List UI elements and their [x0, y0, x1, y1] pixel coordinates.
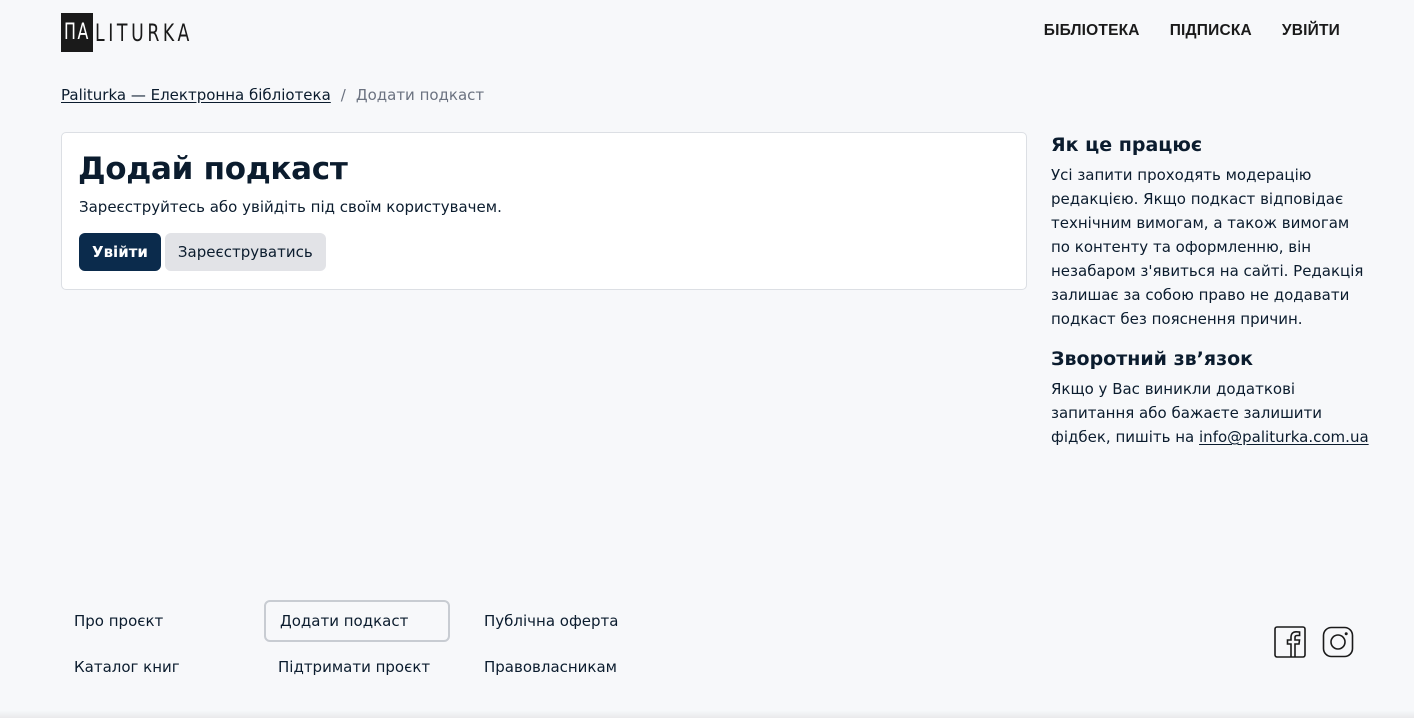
footer-link-add-podcast[interactable]: Додати подкаст	[264, 600, 450, 642]
footer-col-1: Про проєкт Каталог книг	[60, 600, 194, 688]
logo-text: LITURKA	[95, 18, 193, 47]
page: ПА LITURKA БІБЛІОТЕКА ПІДПИСКА УВІЙТИ Pa…	[0, 0, 1414, 718]
feedback-heading: Зворотний зв’язок	[1051, 348, 1254, 370]
nav-login[interactable]: УВІЙТИ	[1282, 22, 1340, 40]
info-sidebar: Як це працює Усі запити проходять модера…	[1051, 133, 1371, 449]
add-podcast-card: Додай подкаст Зареєструйтесь або увійдіт…	[61, 132, 1027, 290]
facebook-icon[interactable]	[1274, 626, 1306, 658]
site-header: ПА LITURKA БІБЛІОТЕКА ПІДПИСКА УВІЙТИ	[61, 13, 1340, 53]
breadcrumb-current: Додати подкаст	[355, 86, 485, 104]
how-it-works-heading: Як це працює	[1051, 134, 1203, 156]
footer-link-offer[interactable]: Публічна оферта	[470, 600, 632, 642]
footer-col-2: Додати подкаст Підтримати проєкт	[264, 600, 450, 688]
footer-bottom-shadow	[0, 710, 1414, 718]
breadcrumb: Paliturka — Електронна бібліотека / Дода…	[61, 86, 484, 104]
site-footer: Про проєкт Каталог книг Додати подкаст П…	[0, 600, 1414, 718]
footer-link-catalog[interactable]: Каталог книг	[60, 646, 194, 688]
breadcrumb-home-link[interactable]: Paliturka — Електронна бібліотека	[61, 86, 331, 104]
how-it-works-text: Усі запити проходять модерацію редакцією…	[1051, 166, 1364, 328]
logo-mark: ПА	[61, 13, 93, 52]
feedback-email-link[interactable]: info@paliturka.com.ua	[1199, 428, 1369, 446]
footer-link-rightsholders[interactable]: Правовласникам	[470, 646, 632, 688]
auth-buttons: Увійти Зареєструватись	[79, 233, 1010, 271]
instagram-icon[interactable]	[1322, 626, 1354, 658]
register-button[interactable]: Зареєструватись	[164, 233, 326, 271]
footer-link-support[interactable]: Підтримати проєкт	[264, 646, 450, 688]
breadcrumb-separator: /	[340, 86, 346, 104]
page-title: Додай подкаст	[78, 151, 348, 187]
nav-subscription[interactable]: ПІДПИСКА	[1170, 22, 1252, 40]
login-button[interactable]: Увійти	[79, 233, 161, 271]
social-links	[1274, 626, 1354, 658]
auth-prompt: Зареєструйтесь або увійдіть під своїм ко…	[79, 198, 502, 216]
footer-link-about[interactable]: Про проєкт	[60, 600, 194, 642]
footer-col-3: Публічна оферта Правовласникам	[470, 600, 632, 688]
nav-library[interactable]: БІБЛІОТЕКА	[1044, 22, 1140, 40]
site-logo[interactable]: ПА LITURKA	[61, 13, 231, 52]
main-nav: БІБЛІОТЕКА ПІДПИСКА УВІЙТИ	[1044, 22, 1340, 40]
feedback-paragraph: Якщо у Вас виникли додаткові запитання а…	[1051, 377, 1371, 449]
